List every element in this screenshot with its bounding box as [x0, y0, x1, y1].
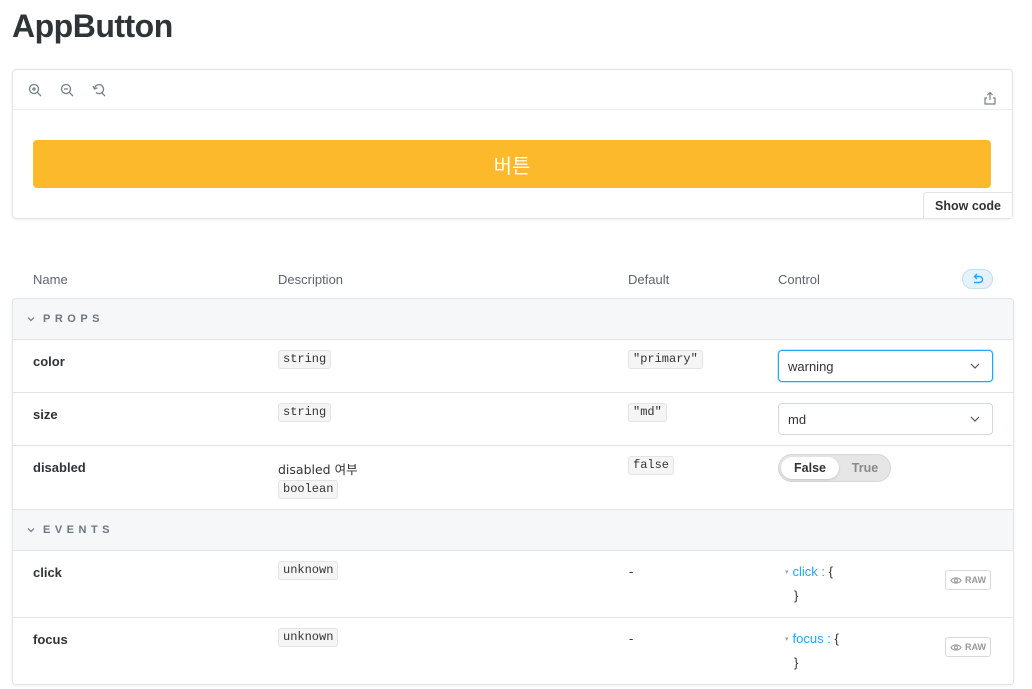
zoom-out-icon[interactable]: [59, 82, 75, 98]
table-row: focus unknown - ▾ focus : { } RAW: [13, 618, 1013, 684]
object-key: focus: [792, 631, 824, 646]
canvas-toolbar: [13, 70, 1012, 110]
share-icon[interactable]: [982, 90, 998, 106]
object-viewer: ▾ click : { }: [785, 560, 833, 607]
object-viewer: ▾ focus : { }: [785, 627, 839, 674]
object-colon: :: [823, 631, 835, 646]
size-select[interactable]: md: [778, 403, 993, 435]
header-control: Control: [778, 272, 820, 287]
eye-icon: [950, 643, 962, 651]
arg-type: string: [278, 403, 332, 422]
brace-close: }: [794, 655, 799, 670]
table-row: size string "md" md: [13, 393, 1013, 446]
table-row: disabled disabled 여부 boolean false False…: [13, 446, 1013, 510]
preview-button[interactable]: 버튼: [33, 140, 991, 188]
header-name: Name: [33, 272, 68, 287]
disabled-toggle[interactable]: False True: [778, 454, 891, 482]
arg-default: "md": [628, 403, 667, 422]
chevron-down-icon: [970, 416, 980, 422]
section-label: EVENTS: [43, 524, 115, 536]
object-key: click: [792, 564, 818, 579]
chevron-down-icon: [27, 317, 35, 322]
arg-default: false: [628, 456, 675, 475]
section-events[interactable]: EVENTS: [13, 510, 1013, 551]
arg-name: focus: [33, 632, 68, 647]
select-value: warning: [788, 358, 834, 374]
raw-label: RAW: [965, 642, 986, 652]
table-row: color string "primary" warning: [13, 340, 1013, 393]
object-colon: :: [817, 564, 829, 579]
args-table: PROPS color string "primary" warning siz…: [12, 298, 1014, 685]
arg-name: click: [33, 565, 62, 580]
arg-name: disabled: [33, 460, 86, 475]
header-description: Description: [278, 272, 344, 287]
reset-zoom-icon[interactable]: [91, 82, 107, 98]
zoom-in-icon[interactable]: [27, 82, 43, 98]
select-value: md: [788, 411, 807, 427]
arg-description: disabled 여부: [278, 462, 358, 477]
toggle-false-option[interactable]: False: [781, 457, 839, 479]
chevron-down-icon: [970, 363, 980, 369]
arg-default: "primary": [628, 350, 703, 369]
collapse-triangle-icon[interactable]: ▾: [785, 569, 789, 576]
arg-name: size: [33, 407, 58, 422]
chevron-down-icon: [27, 528, 35, 533]
brace-open: {: [828, 564, 833, 579]
header-default: Default: [628, 272, 670, 287]
brace-close: }: [794, 588, 799, 603]
arg-default: -: [629, 631, 634, 646]
arg-type: unknown: [278, 628, 339, 647]
arg-type: boolean: [278, 480, 339, 499]
raw-label: RAW: [965, 575, 986, 585]
show-code-button[interactable]: Show code: [923, 192, 1012, 218]
toggle-true-option[interactable]: True: [841, 457, 889, 479]
canvas-preview: 버튼 Show code: [12, 69, 1013, 219]
eye-icon: [950, 576, 962, 584]
arg-type: unknown: [278, 561, 339, 580]
collapse-triangle-icon[interactable]: ▾: [785, 636, 789, 643]
brace-open: {: [834, 631, 839, 646]
section-props[interactable]: PROPS: [13, 299, 1013, 340]
color-select[interactable]: warning: [778, 350, 993, 382]
table-row: click unknown - ▾ click : { } RAW: [13, 551, 1013, 618]
section-label: PROPS: [43, 313, 105, 325]
arg-type: string: [278, 350, 332, 369]
page-title: AppButton: [12, 8, 173, 44]
reset-controls-button[interactable]: [962, 269, 993, 289]
arg-name: color: [33, 354, 65, 369]
raw-button[interactable]: RAW: [945, 570, 991, 590]
raw-button[interactable]: RAW: [945, 637, 991, 657]
undo-icon: [973, 273, 984, 283]
arg-default: -: [629, 564, 634, 579]
